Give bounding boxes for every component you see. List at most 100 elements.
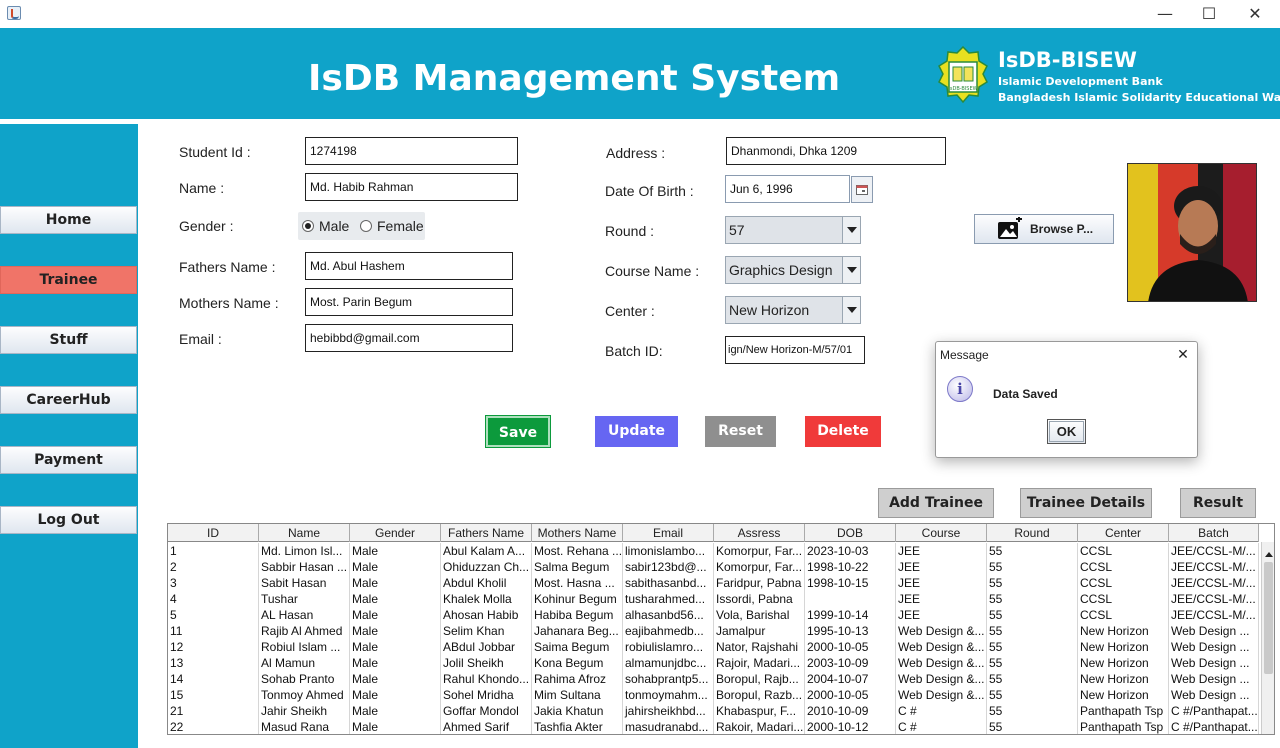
table-row[interactable]: 3 Sabit Hasan Male Abdul Kholil Most. Hasna … [168,575,1259,591]
table-cell: Ahosan Habib [441,607,532,623]
trainee-details-button[interactable]: Trainee Details [1020,488,1152,518]
dob-field[interactable]: Jun 6, 1996 [725,175,850,203]
gender-female-radio[interactable]: Female [360,218,424,234]
table-cell: Male [350,575,441,591]
table-cell: Jolil Sheikh [441,655,532,671]
table-cell: Panthapath Tsp [1078,719,1169,734]
table-row[interactable]: 14 Sohab Pranto Male Rahul Khondo... Rahima … [168,671,1259,687]
dropdown-arrow-icon [842,297,860,323]
table-cell: C #/Panthapat... [1171,703,1259,719]
trainee-table[interactable]: ID Name Gender Fathers Name Mothers Name Emai… [167,523,1275,735]
delete-button[interactable]: Delete [805,416,881,447]
table-row[interactable]: 15 Tonmoy Ahmed Male Sohel Mridha Mim Sultan… [168,687,1259,703]
batch-id-field[interactable]: ign/New Horizon-M/57/01 [725,336,865,364]
table-cell: Rahima Afroz [532,671,623,687]
save-button[interactable]: Save [485,415,551,448]
add-trainee-button[interactable]: Add Trainee [878,488,994,518]
calendar-button[interactable] [851,176,873,203]
ok-button[interactable]: OK [1047,419,1086,444]
column-header[interactable]: Round [987,524,1078,542]
email-field[interactable]: hebibbd@gmail.com [305,324,513,352]
fathers-name-field[interactable]: Md. Abul Hashem [305,252,513,280]
column-header[interactable]: Batch [1169,524,1259,542]
minimize-button[interactable]: — [1142,0,1188,28]
nav-home-button[interactable]: Home [0,206,137,234]
table-cell: Rakoir, Madari... [716,719,805,734]
table-cell: JEE/CCSL-M/... [1169,543,1259,559]
column-header[interactable]: Mothers Name [532,524,623,542]
column-header[interactable]: Assress [714,524,805,542]
name-label: Name : [179,180,225,196]
table-row[interactable]: 11 Rajib Al Ahmed Male Selim Khan Jahanara B… [168,623,1259,639]
table-cell: 55 [987,687,1078,703]
table-row[interactable]: 21 Jahir Sheikh Male Goffar Mondol Jakia Kha… [168,703,1259,719]
maximize-button[interactable]: ☐ [1186,0,1232,28]
table-cell: 1 [168,543,259,559]
dialog-close-button[interactable]: ✕ [1170,344,1196,366]
browse-photo-button[interactable]: Browse P... [974,214,1114,244]
calendar-icon [856,185,868,195]
table-cell: sabir123bd@... [623,559,714,575]
mothers-name-field[interactable]: Most. Parin Begum [305,288,513,316]
table-cell: 55 [987,591,1078,607]
table-cell: 55 [987,607,1078,623]
table-row[interactable]: 5 AL Hasan Male Ahosan Habib Habiba Begum alh… [168,607,1259,623]
result-button[interactable]: Result [1180,488,1256,518]
table-cell: 13 [168,655,259,671]
nav-careerhub-button[interactable]: CareerHub [0,386,137,414]
table-cell: masudranabd... [623,719,714,734]
name-field[interactable]: Md. Habib Rahman [305,173,518,201]
vertical-scrollbar[interactable] [1261,542,1274,734]
table-cell: Most. Hasna ... [532,575,623,591]
scroll-up-icon[interactable] [1265,552,1273,557]
svg-text:IsDB-BISEW: IsDB-BISEW [948,86,977,92]
round-select[interactable]: 57 [725,216,861,244]
trainee-photo [1127,163,1257,302]
nav-logout-button[interactable]: Log Out [0,506,137,534]
table-row[interactable]: 1 Md. Limon Isl... Male Abul Kalam A... Most… [168,543,1259,559]
table-row[interactable]: 12 Robiul Islam ... Male ABdul Jobbar Saima … [168,639,1259,655]
column-header[interactable]: Gender [350,524,441,542]
table-cell: 3 [168,575,259,591]
column-header[interactable]: Fathers Name [441,524,532,542]
table-cell: 2 [168,559,259,575]
table-cell: 55 [987,719,1078,734]
student-id-label: Student Id : [179,144,251,160]
nav-payment-button[interactable]: Payment [0,446,137,474]
reset-button[interactable]: Reset [705,416,776,447]
column-header[interactable]: Email [623,524,714,542]
table-cell: CCSL [1078,543,1169,559]
nav-stuff-button[interactable]: Stuff [0,326,137,354]
info-icon: i [947,376,973,402]
center-select[interactable]: New Horizon [725,296,861,324]
window-close-button[interactable]: ✕ [1232,0,1278,28]
scrollbar-thumb[interactable] [1264,562,1273,674]
isdb-logo-icon: IsDB-BISEW [938,46,988,104]
column-header[interactable]: DOB [805,524,896,542]
table-cell: Nator, Rajshahi [714,639,805,655]
table-cell: Web Design &... [896,639,987,655]
column-header[interactable]: ID [168,524,259,542]
table-cell: JEE [896,559,987,575]
batch-label: Batch ID: [605,343,663,359]
table-row[interactable]: 4 Tushar Male Khalek Molla Kohinur Begum tush… [168,591,1259,607]
dialog-message: Data Saved [993,387,1058,401]
column-header[interactable]: Center [1078,524,1169,542]
column-header[interactable]: Course [896,524,987,542]
student-id-field[interactable]: 1274198 [305,137,518,165]
gender-male-radio[interactable]: Male [302,218,349,234]
table-cell: Kohinur Begum [532,591,623,607]
table-cell: Ohiduzzan Ch... [441,559,532,575]
table-row[interactable]: 13 Al Mamun Male Jolil Sheikh Kona Begum alma… [168,655,1259,671]
table-row[interactable]: 2 Sabbir Hasan ... Male Ohiduzzan Ch... Salm… [168,559,1259,575]
table-cell: Male [350,559,441,575]
column-header[interactable]: Name [259,524,350,542]
address-field[interactable]: Dhanmondi, Dhka 1209 [726,137,946,165]
table-row[interactable]: 22 Masud Rana Male Ahmed Sarif Tashfia Akter… [168,719,1259,734]
table-cell: 1998-10-22 [805,559,896,575]
course-select[interactable]: Graphics Design [725,256,861,284]
table-cell: Abdul Kholil [441,575,532,591]
update-button[interactable]: Update [595,416,678,447]
table-cell: Male [350,639,441,655]
nav-trainee-button[interactable]: Trainee [0,266,137,294]
